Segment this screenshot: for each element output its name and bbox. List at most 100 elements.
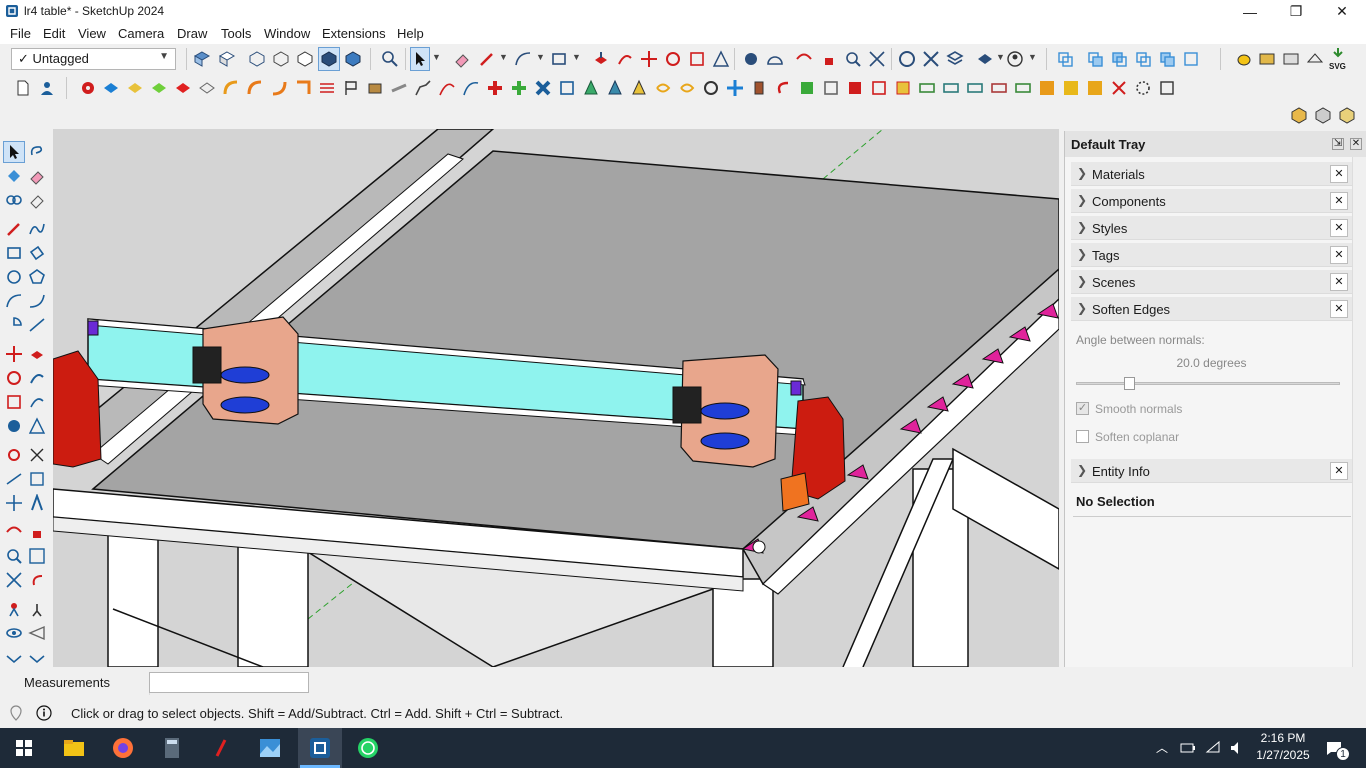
rectangle-icon[interactable]	[550, 50, 568, 68]
menu-window[interactable]: Window	[264, 26, 310, 41]
xray-icon[interactable]	[248, 50, 266, 68]
new-file-icon[interactable]	[14, 79, 32, 97]
axes-icon[interactable]	[28, 446, 46, 464]
walk-icon[interactable]	[28, 600, 46, 618]
close-button[interactable]: ✕	[1319, 0, 1365, 23]
menu-tools[interactable]: Tools	[221, 26, 251, 41]
select-arrow-icon[interactable]	[411, 50, 429, 68]
component-icon[interactable]	[822, 79, 840, 97]
dimension-icon[interactable]	[5, 470, 23, 488]
firefox-icon[interactable]	[105, 734, 141, 762]
pencil-line-icon[interactable]	[478, 50, 496, 68]
zoom-icon[interactable]	[5, 547, 23, 565]
eraser-icon[interactable]	[28, 191, 46, 209]
arc-icon[interactable]	[5, 292, 23, 310]
pan-icon[interactable]	[820, 50, 838, 68]
clock-date[interactable]: 1/27/2025	[1252, 748, 1314, 762]
look-around-icon[interactable]	[5, 624, 23, 642]
volume-icon[interactable]	[1229, 740, 1245, 756]
chevron-up-icon[interactable]: ︿	[1156, 739, 1168, 756]
flag-icon[interactable]	[342, 79, 360, 97]
close-icon[interactable]: ✕	[1330, 300, 1348, 318]
tray-scrollbar[interactable]	[1352, 157, 1366, 667]
arc-icon[interactable]	[514, 50, 532, 68]
pyramid-icon[interactable]	[630, 79, 648, 97]
rotate-icon[interactable]	[5, 369, 23, 387]
freehand-icon[interactable]	[28, 220, 46, 238]
iso-view-icon[interactable]	[193, 50, 211, 68]
face-yellow-icon[interactable]	[126, 79, 144, 97]
section-plane-icon[interactable]	[28, 624, 46, 642]
angle-slider-thumb[interactable]	[1123, 377, 1135, 390]
panel-materials[interactable]: ❯ Materials ✕	[1071, 162, 1352, 186]
measurements-input[interactable]	[149, 672, 309, 693]
undo-curve-icon[interactable]	[774, 79, 792, 97]
calculator-icon[interactable]	[154, 734, 190, 762]
model-viewport[interactable]	[53, 129, 1059, 667]
array-icon[interactable]	[966, 79, 984, 97]
app-red-icon[interactable]	[203, 734, 239, 762]
warehouse-icon[interactable]	[898, 50, 916, 68]
zoom-icon[interactable]	[844, 50, 862, 68]
pipe-icon[interactable]	[390, 79, 408, 97]
face-green-icon[interactable]	[150, 79, 168, 97]
previous-view-icon[interactable]	[28, 571, 46, 589]
array-icon[interactable]	[990, 79, 1008, 97]
box-plugin-icon[interactable]	[1338, 106, 1356, 124]
solid-intersect-icon[interactable]	[1086, 50, 1104, 68]
sketchup-taskbar-icon[interactable]	[302, 734, 338, 762]
geolocation-icon[interactable]	[8, 705, 24, 721]
orbit-icon[interactable]	[795, 50, 813, 68]
menu-camera[interactable]: Camera	[118, 26, 164, 41]
info-icon[interactable]	[36, 705, 52, 721]
shaded-icon[interactable]	[320, 50, 338, 68]
protractor-icon[interactable]	[28, 417, 46, 435]
solid-split-icon[interactable]	[1158, 50, 1176, 68]
polyline-icon[interactable]	[414, 79, 432, 97]
user-icon[interactable]	[38, 79, 56, 97]
array-icon[interactable]	[918, 79, 936, 97]
chevron-down-icon[interactable]: ▼	[499, 52, 508, 62]
axes-icon[interactable]	[5, 494, 23, 512]
photos-icon[interactable]	[252, 734, 288, 762]
whatsapp-icon[interactable]	[350, 734, 386, 762]
bezier-icon[interactable]	[438, 79, 456, 97]
nodes-icon[interactable]	[1158, 79, 1176, 97]
twist-icon[interactable]	[678, 79, 696, 97]
svg-export-button[interactable]: SVG	[1329, 47, 1349, 71]
tape-measure-icon[interactable]	[742, 50, 760, 68]
cross-icon[interactable]	[510, 79, 528, 97]
tape-measure-icon[interactable]	[5, 417, 23, 435]
offset-icon[interactable]	[28, 393, 46, 411]
pie-icon[interactable]	[5, 316, 23, 334]
grid-array-icon[interactable]	[558, 79, 576, 97]
pin-icon[interactable]: ⇲	[1332, 138, 1344, 150]
windows-start-icon[interactable]	[6, 734, 42, 762]
protractor-icon[interactable]	[766, 50, 784, 68]
plugin-icon[interactable]	[1306, 50, 1324, 68]
array-icon[interactable]	[942, 79, 960, 97]
polygon-icon[interactable]	[28, 268, 46, 286]
model-scene[interactable]	[53, 129, 1059, 667]
cone-icon[interactable]	[582, 79, 600, 97]
push-pull-icon[interactable]	[592, 50, 610, 68]
chevron-down-icon[interactable]: ▼	[572, 52, 581, 62]
menu-help[interactable]: Help	[397, 26, 424, 41]
box-plugin-icon[interactable]	[1290, 106, 1308, 124]
grid-icon[interactable]	[1062, 79, 1080, 97]
spline-icon[interactable]	[462, 79, 480, 97]
hide-icon[interactable]	[5, 650, 23, 668]
close-icon[interactable]: ✕	[1330, 246, 1348, 264]
box-plugin-icon[interactable]	[1314, 106, 1332, 124]
solid-union-icon[interactable]	[1056, 50, 1074, 68]
top-view-icon[interactable]	[218, 50, 236, 68]
menu-view[interactable]: View	[78, 26, 106, 41]
face-white-icon[interactable]	[198, 79, 216, 97]
menu-edit[interactable]: Edit	[43, 26, 65, 41]
explode-icon[interactable]	[1110, 79, 1128, 97]
circle-icon[interactable]	[5, 268, 23, 286]
user-account-icon[interactable]	[1006, 50, 1024, 68]
minimize-button[interactable]: —	[1227, 0, 1273, 23]
extension-manager-icon[interactable]	[976, 50, 994, 68]
components-icon[interactable]	[5, 191, 23, 209]
